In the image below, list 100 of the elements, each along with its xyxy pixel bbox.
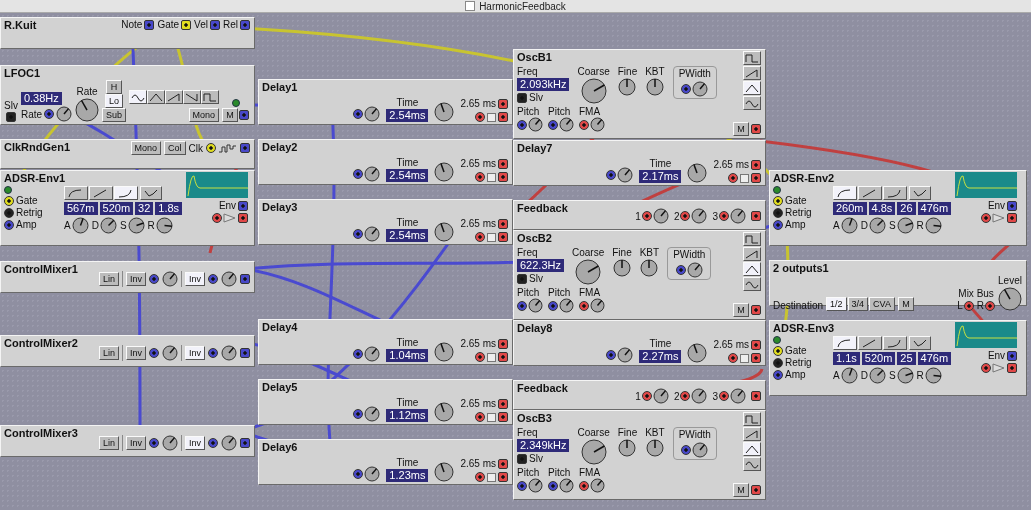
knob[interactable] xyxy=(364,106,381,122)
toggle-button[interactable]: Col xyxy=(164,141,186,155)
input-jack[interactable] xyxy=(606,170,617,180)
curve-button[interactable] xyxy=(858,186,882,200)
waveform-button[interactable] xyxy=(743,457,761,471)
waveform-button[interactable] xyxy=(743,442,761,456)
knob[interactable] xyxy=(687,343,708,363)
knob[interactable] xyxy=(364,346,381,362)
range-button[interactable]: H xyxy=(106,80,123,94)
knob[interactable] xyxy=(162,270,178,287)
input-jack[interactable] xyxy=(4,219,14,230)
knob[interactable] xyxy=(580,439,607,465)
knob[interactable] xyxy=(590,117,605,132)
knob[interactable] xyxy=(559,478,574,493)
output-jack[interactable] xyxy=(240,273,250,284)
input-jack[interactable] xyxy=(208,347,218,358)
mute-button[interactable]: M xyxy=(733,122,749,136)
curve-button[interactable] xyxy=(64,186,88,200)
input-jack[interactable] xyxy=(475,352,485,362)
knob[interactable] xyxy=(434,102,455,122)
knob[interactable] xyxy=(434,402,455,422)
waveform-button[interactable] xyxy=(743,96,761,110)
input-jack[interactable] xyxy=(681,445,692,455)
output-jack[interactable] xyxy=(751,124,761,134)
knob[interactable] xyxy=(652,388,669,404)
waveform-button[interactable] xyxy=(743,81,761,95)
output-jack[interactable] xyxy=(498,158,508,169)
mode-button[interactable]: Inv xyxy=(185,435,205,450)
knob[interactable] xyxy=(364,466,381,482)
knob[interactable] xyxy=(580,78,607,104)
input-jack[interactable] xyxy=(606,350,617,360)
envelope-mode-button[interactable] xyxy=(909,186,931,200)
input-jack[interactable] xyxy=(353,109,364,119)
waveform-button[interactable] xyxy=(743,247,761,261)
knob[interactable] xyxy=(221,344,237,361)
range-button[interactable]: Sub xyxy=(102,108,127,122)
output-jack[interactable] xyxy=(238,200,249,211)
slave-jack[interactable] xyxy=(5,112,16,122)
output-jack[interactable] xyxy=(1007,350,1018,361)
knob[interactable] xyxy=(691,208,708,224)
input-jack[interactable] xyxy=(773,195,783,206)
knob[interactable] xyxy=(652,208,669,224)
knob[interactable] xyxy=(998,287,1022,311)
knob[interactable] xyxy=(840,367,858,384)
output-jack[interactable] xyxy=(1007,200,1018,211)
waveform-button[interactable] xyxy=(743,277,761,291)
output-jack[interactable] xyxy=(498,218,508,229)
waveform-button[interactable] xyxy=(129,90,148,104)
curve-button[interactable] xyxy=(883,186,907,200)
knob[interactable] xyxy=(868,367,886,384)
output-jack[interactable] xyxy=(751,159,761,170)
input-jack[interactable] xyxy=(773,219,783,230)
input-jack[interactable] xyxy=(548,480,558,491)
input-jack[interactable] xyxy=(579,480,589,491)
curve-button[interactable] xyxy=(89,186,113,200)
input-jack[interactable] xyxy=(981,363,992,373)
knob[interactable] xyxy=(155,217,173,234)
envelope-mode-button[interactable] xyxy=(909,336,931,350)
waveform-button[interactable] xyxy=(165,90,184,104)
knob[interactable] xyxy=(645,439,664,457)
input-jack[interactable] xyxy=(728,173,738,183)
output-jack[interactable] xyxy=(498,458,508,469)
destination-button[interactable]: 3/4 xyxy=(847,297,869,311)
output-jack[interactable] xyxy=(240,143,250,153)
curve-button[interactable] xyxy=(883,336,907,350)
mode-button[interactable]: Inv xyxy=(125,271,146,286)
input-jack[interactable] xyxy=(719,211,729,221)
input-jack[interactable] xyxy=(579,119,589,130)
knob[interactable] xyxy=(618,78,637,96)
input-jack[interactable] xyxy=(212,213,223,223)
output-jack[interactable] xyxy=(498,172,508,182)
slave-jack[interactable] xyxy=(517,453,527,464)
knob[interactable] xyxy=(645,78,664,96)
knob[interactable] xyxy=(434,222,455,242)
input-jack[interactable] xyxy=(208,273,218,284)
knob[interactable] xyxy=(691,388,708,404)
output-jack[interactable] xyxy=(751,339,761,350)
input-jack[interactable] xyxy=(579,300,589,311)
input-jack[interactable] xyxy=(353,229,364,239)
input-jack[interactable] xyxy=(353,469,364,479)
destination-button[interactable]: CVA xyxy=(869,297,895,311)
knob[interactable] xyxy=(528,478,543,493)
waveform-button[interactable] xyxy=(743,232,761,246)
waveform-button[interactable] xyxy=(743,427,761,441)
knob[interactable] xyxy=(127,217,145,234)
knob[interactable] xyxy=(56,106,73,122)
output-jack[interactable] xyxy=(498,398,508,409)
output-jack[interactable] xyxy=(181,19,192,30)
output-jack[interactable] xyxy=(498,412,508,422)
input-jack[interactable] xyxy=(475,232,485,242)
knob[interactable] xyxy=(687,163,708,183)
knob[interactable] xyxy=(434,342,455,362)
input-jack[interactable] xyxy=(475,412,485,422)
knob[interactable] xyxy=(730,388,746,404)
output-jack[interactable] xyxy=(238,213,249,223)
knob[interactable] xyxy=(221,270,237,287)
output-jack[interactable] xyxy=(751,353,761,363)
destination-button[interactable]: 1/2 xyxy=(826,297,847,311)
mute-button[interactable]: M xyxy=(222,108,239,122)
output-jack[interactable] xyxy=(751,173,761,183)
